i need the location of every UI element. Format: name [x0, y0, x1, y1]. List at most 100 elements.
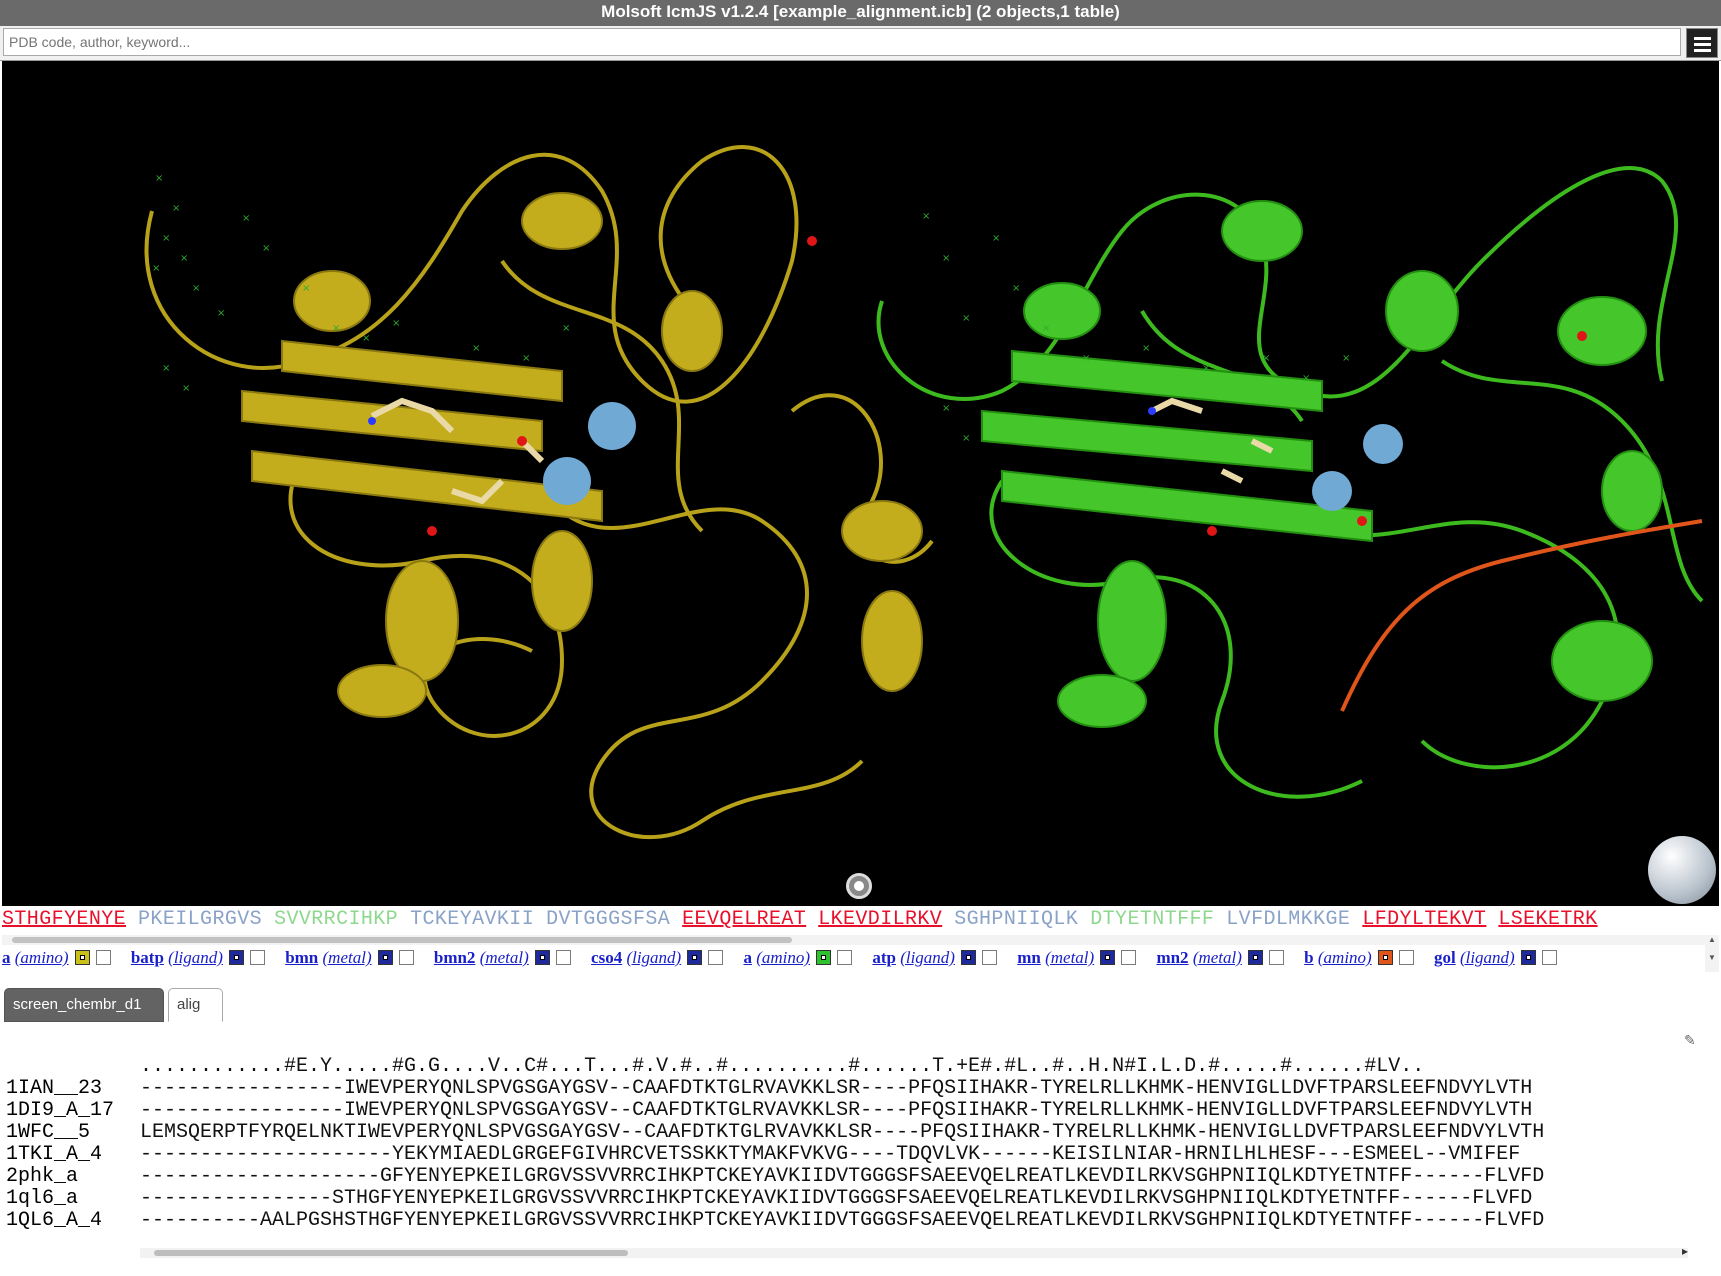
sequence-name[interactable]: 1DI9_A_17 [6, 1100, 140, 1122]
sequence-name[interactable]: 2phk_a [6, 1166, 140, 1188]
color-swatch-icon[interactable] [377, 950, 393, 965]
svg-text:×: × [962, 313, 970, 324]
window-title: Molsoft IcmJS v1.2.4 [example_alignment.… [0, 0, 1721, 26]
scroll-right-icon[interactable]: ▸ [1682, 1244, 1688, 1258]
svg-text:×: × [392, 318, 400, 329]
color-swatch-icon[interactable] [960, 950, 976, 965]
pin-icon[interactable]: ✎ [1684, 1032, 1696, 1049]
color-swatch-icon[interactable] [1247, 950, 1263, 965]
structure-render[interactable]: × × × × × × × × × × × × × × × × × × × × × × × × × × × × × × × × [2, 61, 1719, 906]
color-swatch-icon[interactable] [1520, 950, 1536, 965]
seq-segment[interactable]: DTYETNTFFF [1090, 908, 1214, 931]
seq-segment[interactable]: LSEKETRK [1498, 908, 1597, 931]
sequence-line[interactable]: ----------AALPGSHSTHGFYENYEPKEILGRGVSSVV… [140, 1210, 1544, 1232]
object-item[interactable]: a (amino) [2, 946, 111, 970]
sequence-name[interactable]: 1QL6_A_4 [6, 1210, 140, 1232]
object-item[interactable]: batp (ligand) [131, 946, 265, 970]
object-item[interactable]: bmn (metal) [285, 946, 414, 970]
visibility-checkbox[interactable] [1541, 950, 1557, 965]
sequence-name[interactable]: 1IAN__23 [6, 1078, 140, 1100]
seq-segment[interactable]: LVFDLMKKGE [1226, 908, 1350, 931]
seq-segment[interactable]: PKEILGRGVS [138, 908, 262, 931]
visibility-checkbox[interactable] [708, 950, 724, 965]
visibility-checkbox[interactable] [249, 950, 265, 965]
object-item[interactable]: gol (ligand) [1434, 946, 1557, 970]
visibility-checkbox[interactable] [1398, 950, 1414, 965]
molsoft-logo [1648, 836, 1716, 904]
visibility-checkbox[interactable] [95, 950, 111, 965]
search-input[interactable] [3, 28, 1681, 56]
seq-segment[interactable]: LKEVDILRKV [818, 908, 942, 931]
object-item[interactable]: mn2 (metal) [1156, 946, 1284, 970]
sequence-line[interactable]: --------------------GFYENYEPKEILGRGVSSVV… [140, 1166, 1544, 1188]
sequence-line[interactable]: LEMSQERPTFYRQELNKTIWEVPERYQNLSPVGSGAYGSV… [140, 1122, 1544, 1144]
color-swatch-icon[interactable] [816, 950, 832, 965]
sequence-scrollbar[interactable] [2, 935, 1705, 945]
svg-text:×: × [922, 211, 930, 222]
seq-segment[interactable]: EEVQELREAT [682, 908, 806, 931]
seq-segment[interactable]: SVVRRCIHKP [274, 908, 398, 931]
tab-label: alig [177, 996, 201, 1013]
alignment-panel[interactable]: ✎ ............#E.Y.....#G.G....V..C#...T… [0, 1024, 1721, 1254]
visibility-checkbox[interactable] [981, 950, 997, 965]
alignment-scrollbar[interactable]: ▸ [140, 1244, 1688, 1258]
svg-text:×: × [992, 233, 1000, 244]
visibility-checkbox[interactable] [1121, 950, 1137, 965]
object-list: a (amino) batp (ligand) bmn (metal) bmn2… [2, 946, 1705, 972]
object-list-scrollbar[interactable]: ▲ ▼ [1705, 935, 1719, 972]
molecule-viewer[interactable]: × × × × × × × × × × × × × × × × × × × × × × × × × × × × × × × × [2, 61, 1719, 906]
svg-text:×: × [962, 433, 970, 444]
alignment-row[interactable]: 1DI9_A_17 -----------------IWEVPERYQNLSPV… [6, 1100, 1544, 1122]
svg-text:×: × [162, 233, 170, 244]
alignment-row[interactable]: 1WFC__5 LEMSQERPTFYRQELNKTIWEVPERYQNLSPVG… [6, 1122, 1544, 1144]
alignment-row[interactable]: 1IAN__23 -----------------IWEVPERYQNLSPVG… [6, 1078, 1544, 1100]
color-swatch-icon[interactable] [228, 950, 244, 965]
alignment-row[interactable]: 1QL6_A_4 ----------AALPGSHSTHGFYENYEPKEIL… [6, 1210, 1544, 1232]
seq-segment[interactable]: LFDYLTEKVT [1362, 908, 1486, 931]
object-item[interactable]: cso4 (ligand) [591, 946, 724, 970]
visibility-checkbox[interactable] [1268, 950, 1284, 965]
sequence-line[interactable]: -----------------IWEVPERYQNLSPVGSGAYGSV-… [140, 1078, 1544, 1100]
sequence-line[interactable]: ----------------STHGFYENYEPKEILGRGVSSVVR… [140, 1188, 1544, 1210]
svg-text:×: × [942, 253, 950, 264]
tab-alignment[interactable]: alig [168, 988, 223, 1040]
tab-label: screen_chembr_d1 [13, 996, 142, 1013]
alignment-row[interactable]: 2phk_a --------------------GFYENYEPKEILGR… [6, 1166, 1544, 1188]
color-swatch-icon[interactable] [1377, 950, 1393, 965]
alignment-table: ............#E.Y.....#G.G....V..C#...T..… [6, 1056, 1544, 1232]
sequence-name[interactable]: 1ql6_a [6, 1188, 140, 1210]
seq-segment[interactable]: SGHPNIIQLK [954, 908, 1078, 931]
object-item[interactable]: b (amino) [1304, 946, 1414, 970]
green-ribbons [981, 200, 1663, 728]
seq-segment[interactable]: DVTGGGSFSA [546, 908, 670, 931]
rotation-center-icon[interactable] [846, 873, 872, 899]
sequence-line[interactable]: ---------------------YEKYMIAEDLGRGEFGIVH… [140, 1144, 1544, 1166]
visibility-checkbox[interactable] [398, 950, 414, 965]
svg-text:×: × [155, 173, 163, 184]
sequence-line[interactable]: -----------------IWEVPERYQNLSPVGSGAYGSV-… [140, 1100, 1544, 1122]
sequence-name[interactable]: 1WFC__5 [6, 1122, 140, 1144]
visibility-checkbox[interactable] [555, 950, 571, 965]
alignment-row[interactable]: 1TKI_A_4 ---------------------YEKYMIAEDLG… [6, 1144, 1544, 1166]
object-item[interactable]: a (amino) [743, 946, 853, 970]
menu-icon[interactable] [1686, 28, 1718, 58]
svg-text:×: × [522, 353, 530, 364]
object-item[interactable]: bmn2 (metal) [434, 946, 571, 970]
color-swatch-icon[interactable] [534, 950, 550, 965]
seq-segment[interactable]: STHGFYENYE [2, 908, 126, 931]
scroll-thumb[interactable] [12, 937, 792, 943]
sequence-name[interactable]: 1TKI_A_4 [6, 1144, 140, 1166]
svg-text:×: × [302, 283, 310, 294]
svg-text:×: × [1202, 363, 1210, 374]
visibility-checkbox[interactable] [837, 950, 853, 965]
seq-segment[interactable]: TCKEYAVKII [410, 908, 534, 931]
scroll-thumb[interactable] [154, 1250, 628, 1256]
color-swatch-icon[interactable] [74, 950, 90, 965]
object-item[interactable]: mn (metal) [1017, 946, 1137, 970]
color-swatch-icon[interactable] [687, 950, 703, 965]
tab-screen-chembr[interactable]: screen_chembr_d1 [4, 988, 164, 1042]
object-item[interactable]: atp (ligand) [872, 946, 997, 970]
alignment-row[interactable]: 1ql6_a ----------------STHGFYENYEPKEILGRG… [6, 1188, 1544, 1210]
sequence-strip[interactable]: STHGFYENYE PKEILGRGVS SVVRRCIHKP TCKEYAVKII… [2, 906, 1719, 936]
color-swatch-icon[interactable] [1100, 950, 1116, 965]
